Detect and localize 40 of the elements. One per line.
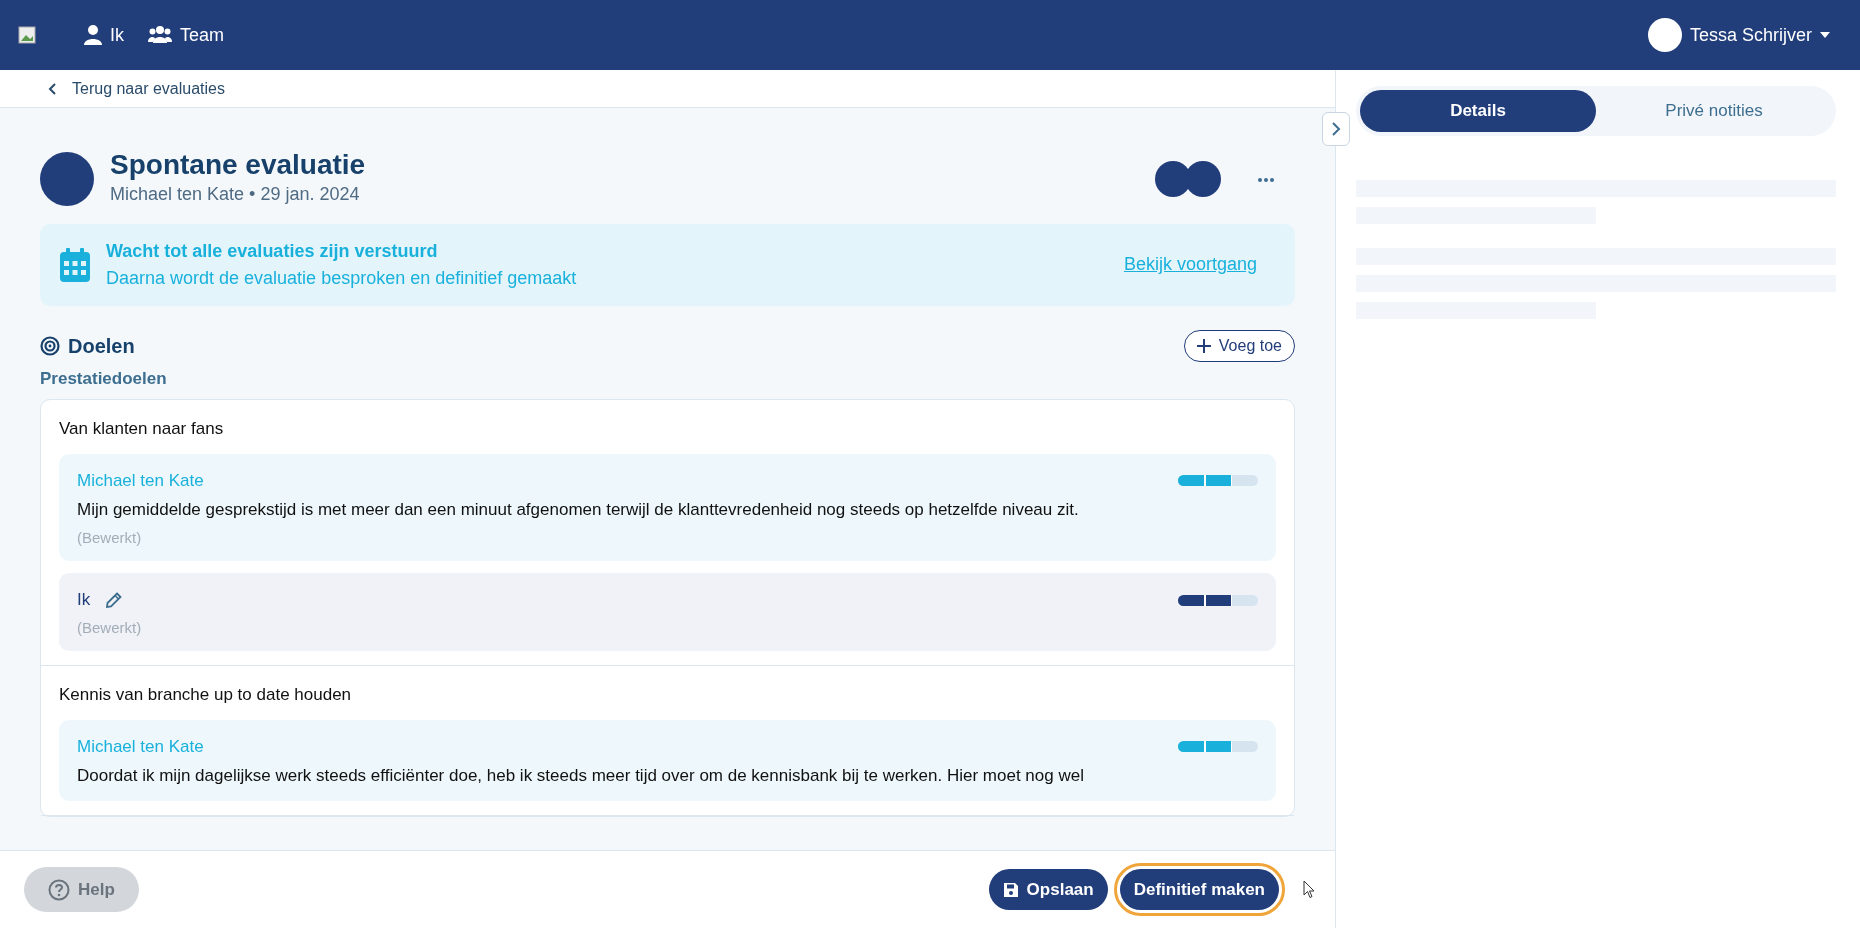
plus-icon [1196,338,1211,353]
caret-icon [1820,32,1830,38]
chevron-right-icon [1331,122,1341,136]
panel-tab[interactable]: Details [1360,90,1596,132]
panel-tab[interactable]: Privé notities [1596,90,1832,132]
collapse-panel-button[interactable] [1322,112,1350,146]
comment-author: Michael ten Kate [77,469,204,492]
subtitle: Michael ten Kate • 29 jan. 2024 [110,182,361,206]
notice-text: Daarna wordt de evaluatie besproken en definitief gemaakt [106,266,577,290]
nav-link[interactable]: Team [148,21,225,49]
people-icon [148,26,172,44]
user-menu[interactable]: Tessa Schrijver [1647,18,1830,52]
chevron-left-icon [48,82,56,95]
target-icon [40,335,60,356]
mouse-cursor-icon [1303,880,1315,899]
participants-avatars [1155,160,1221,197]
avatar [40,151,94,206]
comment-author: Michael ten Kate [77,735,204,758]
comment-text: Mijn gemiddelde gesprekstijd is met meer dan een minuut afgenomen terwijl de klanttevredenheid nog steeds op hetzelfde niveau zit. [77,499,1080,522]
goal-title: Van klanten naar fans [59,418,225,441]
ellipsis-icon [1258,177,1274,182]
add-button[interactable]: Voeg toe [1183,329,1295,362]
edited-note: (Bewerkt) [77,527,143,548]
section-heading: Doelen [68,333,135,359]
calendar-icon [60,247,90,282]
section-label: Prestatiedoelen [40,367,168,390]
help-icon [48,878,70,901]
comment-text: Doordat ik mijn dagelijkse werk steeds efficiënter doe, heb ik steeds meer tijd over om de kennisbank bij te werken. Hier moet nog wel [77,765,1085,788]
comment-author: Ik [77,589,91,612]
notice-title: Wacht tot alle evaluaties zijn verstuurd [106,239,439,263]
person-icon [84,25,102,45]
back-link[interactable]: Terug naar evaluaties [48,76,225,101]
save-button[interactable]: Opslaan [988,868,1108,911]
nav-link[interactable]: Ik [84,21,124,49]
broken-image-icon [18,26,36,44]
pencil-icon[interactable] [106,592,123,609]
edited-note: (Bewerkt) [77,617,143,638]
goal-title: Kennis van branche up to date houden [59,684,353,707]
user-avatar [1647,18,1682,52]
page-title: Spontane evaluatie [110,150,366,181]
